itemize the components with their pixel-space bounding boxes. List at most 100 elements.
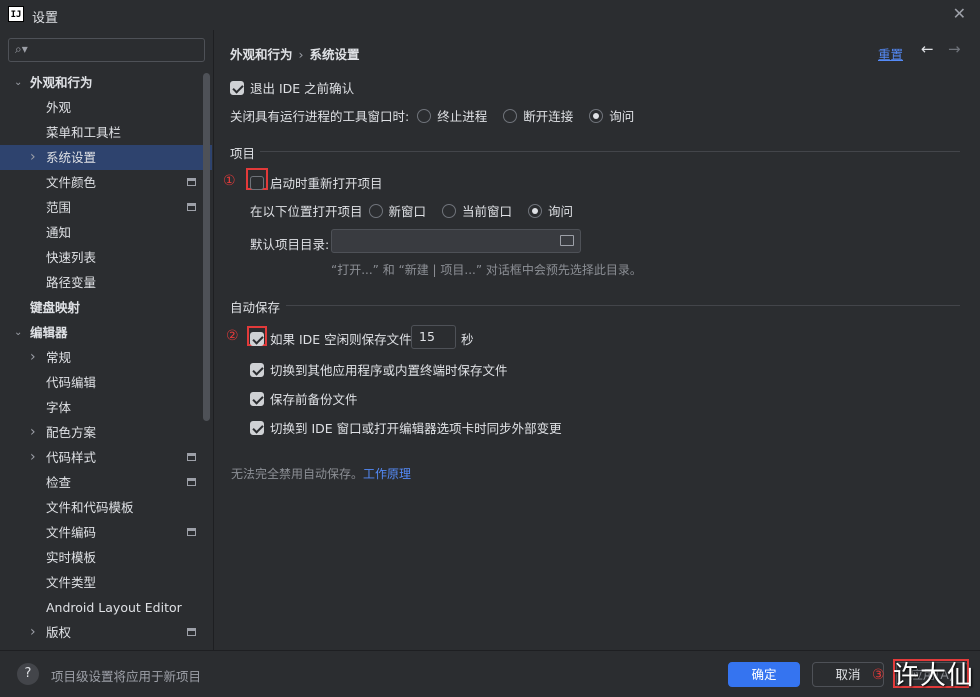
- sidebar-item[interactable]: 菜单和工具栏: [0, 120, 212, 145]
- backup-row[interactable]: 保存前备份文件: [250, 389, 358, 408]
- autosave-idle-checkbox[interactable]: [250, 331, 264, 346]
- sidebar-item-label: 文件颜色: [46, 175, 97, 190]
- sidebar-item-label: 菜单和工具栏: [46, 125, 122, 140]
- reopen-projects-row[interactable]: 启动时重新打开项目: [250, 173, 383, 192]
- switch-app-checkbox[interactable]: [250, 362, 264, 377]
- sidebar-item-label: 常规: [46, 350, 72, 365]
- sidebar-item-label: 实时模板: [46, 550, 97, 565]
- current-window-radio[interactable]: [442, 203, 457, 218]
- backup-checkbox[interactable]: [250, 391, 264, 406]
- idle-seconds-input[interactable]: 15: [411, 325, 456, 349]
- project-scope-icon: [187, 528, 196, 536]
- ask-open-label: 询问: [548, 204, 574, 219]
- sidebar-item[interactable]: 检查: [0, 470, 212, 495]
- annotation-marker-3: ③: [872, 667, 885, 683]
- sidebar-item[interactable]: 文件和代码模板: [0, 495, 212, 520]
- sidebar-item-label: 代码样式: [46, 450, 97, 465]
- help-icon[interactable]: ?: [17, 663, 39, 685]
- autosave-section-divider: [286, 305, 960, 306]
- sidebar-item[interactable]: 文件编码: [0, 520, 212, 545]
- autosave-note-text: 无法完全禁用自动保存。: [231, 467, 364, 481]
- annotation-marker-1: ①: [223, 173, 236, 189]
- sidebar-item[interactable]: › 版权: [0, 620, 212, 645]
- sidebar-item[interactable]: 通知: [0, 220, 212, 245]
- sidebar-item-label: 版权: [46, 625, 72, 640]
- sidebar-item[interactable]: 实时模板: [0, 545, 212, 570]
- sync-external-checkbox[interactable]: [250, 420, 264, 435]
- watermark-text: 许大仙: [893, 661, 975, 691]
- close-icon[interactable]: ✕: [953, 4, 966, 23]
- sidebar-item[interactable]: 外观: [0, 95, 212, 120]
- switch-app-label: 切换到其他应用程序或内置终端时保存文件: [270, 363, 508, 378]
- confirm-exit-row[interactable]: 退出 IDE 之前确认: [230, 78, 354, 97]
- sidebar-item-label: 文件类型: [46, 575, 97, 590]
- sidebar-item[interactable]: 文件颜色: [0, 170, 212, 195]
- search-input[interactable]: ⌕▾: [8, 38, 205, 62]
- sidebar-item[interactable]: › 常规: [0, 345, 212, 370]
- seconds-unit-label: 秒: [461, 332, 474, 347]
- chevron-down-icon[interactable]: ⌄: [14, 320, 22, 345]
- autosave-idle-label: 如果 IDE 空闲则保存文件: [270, 332, 412, 347]
- switch-app-row[interactable]: 切换到其他应用程序或内置终端时保存文件: [250, 360, 508, 379]
- chevron-right-icon[interactable]: ›: [30, 145, 36, 170]
- chevron-right-icon[interactable]: ›: [30, 345, 36, 370]
- project-section-title: 项目: [230, 146, 256, 161]
- sidebar-scrollbar[interactable]: [203, 73, 210, 421]
- project-section-divider: [260, 151, 960, 152]
- sidebar-item[interactable]: › 系统设置: [0, 145, 212, 170]
- breadcrumb-parent[interactable]: 外观和行为: [230, 47, 293, 62]
- sidebar-item[interactable]: 键盘映射: [0, 295, 212, 320]
- autosave-note: 无法完全禁用自动保存。工作原理: [231, 465, 411, 482]
- default-dir-label: 默认项目目录:: [250, 237, 330, 252]
- autosave-idle-row[interactable]: 如果 IDE 空闲则保存文件: [250, 329, 412, 348]
- sidebar-item[interactable]: 路径变量: [0, 270, 212, 295]
- new-window-label: 新窗口: [388, 204, 427, 219]
- intellij-logo-icon: IJ: [8, 6, 24, 22]
- sidebar-item[interactable]: 代码编辑: [0, 370, 212, 395]
- project-scope-icon: [187, 628, 196, 636]
- reset-link[interactable]: 重置: [878, 44, 903, 63]
- close-process-label: 关闭具有运行进程的工具窗口时:: [230, 109, 410, 124]
- chevron-right-icon[interactable]: ›: [30, 620, 36, 645]
- settings-tree: ⌄ 外观和行为 外观菜单和工具栏 › 系统设置文件颜色范围 通知 快速列表 路径变量键盘映射 ⌄…: [0, 70, 212, 645]
- sync-external-row[interactable]: 切换到 IDE 窗口或打开编辑器选项卡时同步外部变更: [250, 418, 562, 437]
- open-location-label: 在以下位置打开项目: [250, 204, 363, 219]
- terminate-process-radio[interactable]: [417, 108, 432, 123]
- reopen-projects-label: 启动时重新打开项目: [270, 176, 383, 191]
- chevron-down-icon[interactable]: ⌄: [14, 70, 22, 95]
- sync-external-label: 切换到 IDE 窗口或打开编辑器选项卡时同步外部变更: [270, 421, 562, 436]
- ask-radio[interactable]: [589, 108, 604, 123]
- backup-label: 保存前备份文件: [270, 392, 358, 407]
- sidebar-item-label: Android Layout Editor: [46, 600, 182, 615]
- current-window-label: 当前窗口: [462, 204, 513, 219]
- project-scope-icon: [187, 478, 196, 486]
- ask-open-radio[interactable]: [528, 203, 543, 218]
- sidebar-item[interactable]: 文件类型: [0, 570, 212, 595]
- sidebar-item[interactable]: 范围: [0, 195, 212, 220]
- sidebar-item[interactable]: › 代码样式: [0, 445, 212, 470]
- how-it-works-link[interactable]: 工作原理: [363, 467, 411, 481]
- back-arrow-icon[interactable]: ←: [921, 40, 934, 58]
- sidebar-item[interactable]: › 配色方案: [0, 420, 212, 445]
- forward-arrow-icon[interactable]: →: [948, 40, 961, 58]
- settings-sidebar: ⌕▾ ⌄ 外观和行为 外观菜单和工具栏 › 系统设置文件颜色范围 通知 快速列表 路径变量键盘…: [0, 30, 214, 650]
- disconnect-radio[interactable]: [503, 108, 518, 123]
- new-window-radio[interactable]: [368, 203, 383, 218]
- settings-main-panel: 外观和行为 › 系统设置 重置 ← → 退出 IDE 之前确认 关闭具有运行进程的工…: [215, 30, 980, 650]
- reopen-projects-checkbox[interactable]: [250, 175, 264, 190]
- search-icon: ⌕▾: [15, 42, 28, 56]
- default-dir-input[interactable]: [331, 229, 581, 253]
- sidebar-item[interactable]: 快速列表: [0, 245, 212, 270]
- footer-note: 项目级设置将应用于新项目: [51, 669, 202, 684]
- sidebar-item[interactable]: ⌄ 编辑器: [0, 320, 212, 345]
- sidebar-item[interactable]: Android Layout Editor: [0, 595, 212, 620]
- sidebar-item[interactable]: 字体: [0, 395, 212, 420]
- sidebar-item-label: 键盘映射: [30, 300, 81, 315]
- chevron-right-icon[interactable]: ›: [30, 420, 36, 445]
- title-bar: IJ 设置 ✕: [0, 0, 980, 30]
- ok-button[interactable]: 确定: [728, 662, 800, 687]
- sidebar-item[interactable]: ⌄ 外观和行为: [0, 70, 212, 95]
- chevron-right-icon[interactable]: ›: [30, 445, 36, 470]
- folder-icon[interactable]: [560, 235, 574, 246]
- confirm-exit-checkbox[interactable]: [230, 80, 244, 95]
